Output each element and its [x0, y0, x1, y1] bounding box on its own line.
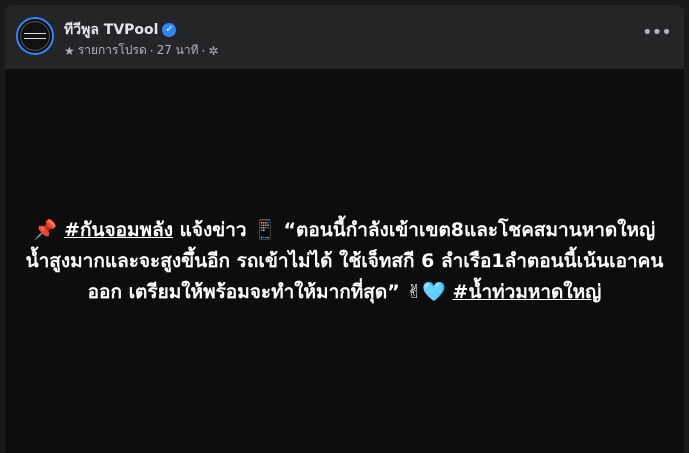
pushpin-icon: 📌	[33, 218, 58, 241]
meta-separator-2: ·	[201, 43, 206, 58]
avatar-logo	[24, 33, 46, 39]
verified-badge-icon: ✓	[162, 23, 177, 37]
avatar-logo-frame	[20, 21, 50, 51]
page-name-link[interactable]: ทีวีพูล TVPool ✓	[64, 19, 177, 41]
post-image: 📌 #กันจอมพลัง แจ้งข่าว 📱 “ตอนนี้กำลังเข้…	[5, 69, 684, 453]
post-text: 📌 #กันจอมพลัง แจ้งข่าว 📱 “ตอนนี้กำลังเข้…	[25, 215, 665, 308]
hashtag-link-2[interactable]: #น้ำท่วมหาดใหญ่	[453, 281, 602, 303]
light-blue-heart-icon: 🩵	[422, 280, 446, 303]
post-text-intro: แจ้งข่าว	[173, 218, 254, 241]
timestamp-link[interactable]: 27 นาที	[157, 41, 199, 60]
star-icon: ★	[64, 43, 75, 58]
favorites-link[interactable]: รายการโปรด	[78, 41, 147, 60]
hashtag-link[interactable]: #กันจอมพลัง	[64, 219, 173, 241]
page-name: ทีวีพูล TVPool	[64, 22, 159, 38]
post-meta: ★ รายการโปรด · 27 นาที · ✲	[64, 41, 218, 60]
meta-separator: ·	[149, 43, 154, 58]
victory-hand-icon: ✌	[406, 280, 423, 303]
gear-icon[interactable]: ✲	[208, 44, 218, 58]
post-header: ทีวีพูล TVPool ✓ ★ รายการโปรด · 27 นาที …	[5, 5, 684, 69]
more-options-button[interactable]: •••	[642, 23, 672, 47]
mobile-phone-icon: 📱	[253, 218, 277, 241]
avatar[interactable]	[16, 17, 54, 55]
post-card: ทีวีพูล TVPool ✓ ★ รายการโปรด · 27 นาที …	[5, 5, 684, 453]
